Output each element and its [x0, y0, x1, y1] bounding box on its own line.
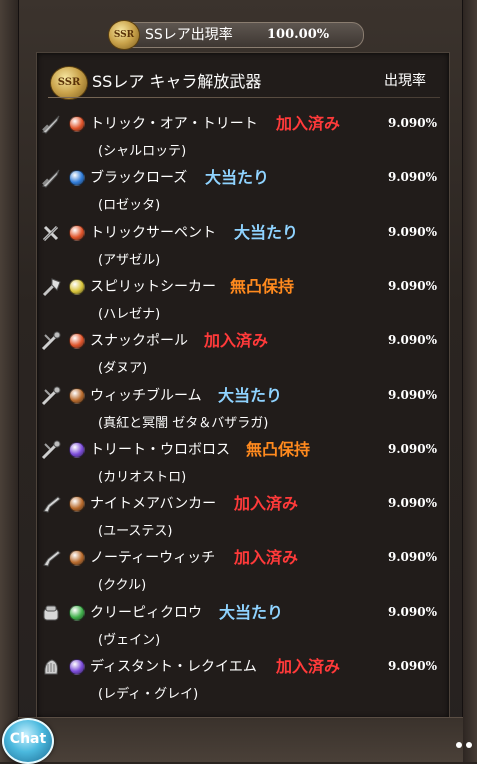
- drop-rate: 9.090%: [388, 333, 437, 348]
- weapon-row: トリック・オア・トリート 加入済み (シャルロッテ) 9.090%: [38, 107, 448, 161]
- weapon-name: トリック・オア・トリート: [90, 116, 258, 132]
- divider: [48, 97, 440, 98]
- earth-element-icon: [69, 496, 85, 513]
- gun-icon: [40, 547, 62, 569]
- gun-icon: [40, 493, 62, 515]
- character-name: (シャルロッテ): [98, 144, 187, 159]
- section-title: SSレア キャラ解放武器: [92, 72, 262, 91]
- staff-icon: [40, 330, 62, 352]
- character-name: (レディ・グレイ): [98, 687, 199, 702]
- light-element-icon: [69, 278, 85, 295]
- weapon-name: トリート・ウロボロス: [90, 441, 230, 458]
- drop-rate: 9.090%: [388, 278, 437, 293]
- earth-element-icon: [69, 387, 85, 404]
- character-name: (ロゼッタ): [98, 198, 161, 214]
- status-tag: 加入済み: [234, 548, 299, 568]
- status-tag: 無凸保持: [246, 439, 311, 459]
- fire-element-icon: [69, 116, 85, 132]
- drop-rate: 9.090%: [388, 116, 437, 130]
- ss-rate-bar: SSレア出現率 100.00%: [116, 22, 364, 48]
- weapon-row: ブラックローズ 大当たり (ロゼッタ) 9.090%: [38, 161, 448, 215]
- status-tag: 大当たり: [219, 602, 284, 622]
- drop-rate: 9.090%: [388, 170, 437, 185]
- weapon-name: ナイトメアバンカー: [90, 496, 217, 513]
- drop-rate: 9.090%: [388, 604, 437, 619]
- weapon-name: ブラックローズ: [90, 170, 188, 187]
- dark-element-icon: [69, 441, 85, 458]
- status-tag: 無凸保持: [230, 276, 295, 296]
- status-tag: 加入済み: [276, 657, 341, 676]
- weapon-row: スナックポール 加入済み (ダヌア) 9.090%: [38, 324, 448, 378]
- drop-rate: 9.090%: [388, 387, 437, 402]
- frame-right-border: [462, 0, 477, 762]
- weapon-name: スピリットシーカー: [90, 278, 216, 295]
- fire-element-icon: [69, 224, 85, 241]
- rate-column-header: 出現率: [384, 73, 426, 89]
- weapon-row: ノーティーウィッチ 加入済み (ククル) 9.090%: [38, 541, 448, 595]
- axe-icon: [40, 276, 62, 298]
- status-tag: 大当たり: [205, 168, 270, 188]
- character-name: (ダヌア): [98, 361, 148, 377]
- weapon-name: クリーピィクロウ: [90, 604, 202, 621]
- decorative-dot: [456, 742, 462, 748]
- weapon-row: ディスタント・レクイエム 加入済み (レディ・グレイ) 9.090%: [38, 650, 448, 704]
- weapon-name: ウィッチブルーム: [90, 387, 202, 404]
- status-tag: 加入済み: [204, 331, 269, 351]
- sword-icon: [40, 222, 62, 244]
- rate-label: SSレア出現率: [145, 27, 233, 43]
- chat-button[interactable]: Chat: [2, 718, 54, 764]
- status-tag: 加入済み: [234, 494, 299, 514]
- ssr-badge-icon: SSR: [108, 20, 140, 50]
- weapon-row: トリックサーペント 大当たり (アザゼル) 9.090%: [38, 216, 448, 270]
- harp-icon: [40, 656, 62, 678]
- rate-value: 100.00%: [267, 27, 330, 42]
- character-name: (ハレゼナ): [98, 306, 161, 322]
- weapon-name: ディスタント・レクイエム: [90, 659, 257, 675]
- ssr-badge-icon: SSR: [50, 66, 88, 100]
- weapon-name: トリックサーペント: [90, 224, 216, 241]
- dagger-icon: [40, 113, 62, 135]
- character-name: (ヴェイン): [98, 632, 161, 648]
- weapon-row: スピリットシーカー 無凸保持 (ハレゼナ) 9.090%: [38, 270, 448, 324]
- weapon-name: スナックポール: [90, 333, 188, 350]
- status-tag: 大当たり: [218, 385, 283, 405]
- weapon-row: ナイトメアバンカー 加入済み (ユーステス) 9.090%: [38, 487, 448, 541]
- weapon-row: トリート・ウロボロス 無凸保持 (カリオストロ) 9.090%: [38, 433, 448, 487]
- staff-icon: [40, 439, 62, 461]
- drop-rate: 9.090%: [388, 550, 437, 565]
- drop-rate: 9.090%: [388, 224, 437, 239]
- staff-icon: [40, 385, 62, 407]
- drop-rate: 9.090%: [388, 441, 437, 456]
- decorative-dot: [466, 742, 472, 748]
- character-name: (ククル): [98, 578, 147, 594]
- drop-rate: 9.090%: [388, 659, 437, 673]
- fist-icon: [40, 602, 62, 624]
- status-tag: 大当たり: [234, 222, 299, 242]
- character-name: (ユーステス): [98, 524, 173, 540]
- drop-rate: 9.090%: [388, 496, 437, 511]
- weapon-row: ウィッチブルーム 大当たり (真紅と冥闇 ゼタ＆バザラガ) 9.090%: [38, 379, 448, 433]
- status-tag: 加入済み: [276, 114, 341, 133]
- water-element-icon: [69, 170, 85, 187]
- wind-element-icon: [69, 604, 85, 621]
- frame-left-border: [0, 0, 19, 762]
- earth-element-icon: [69, 550, 85, 567]
- bottom-band: [18, 717, 463, 762]
- fire-element-icon: [69, 333, 85, 350]
- weapon-row: クリーピィクロウ 大当たり (ヴェイン) 9.090%: [38, 596, 448, 650]
- weapon-name: ノーティーウィッチ: [90, 550, 216, 567]
- dagger-icon: [40, 167, 62, 189]
- character-name: (真紅と冥闇 ゼタ＆バザラガ): [98, 415, 269, 431]
- dark-element-icon: [69, 659, 85, 675]
- character-name: (アザゼル): [98, 252, 161, 268]
- character-name: (カリオストロ): [98, 469, 187, 485]
